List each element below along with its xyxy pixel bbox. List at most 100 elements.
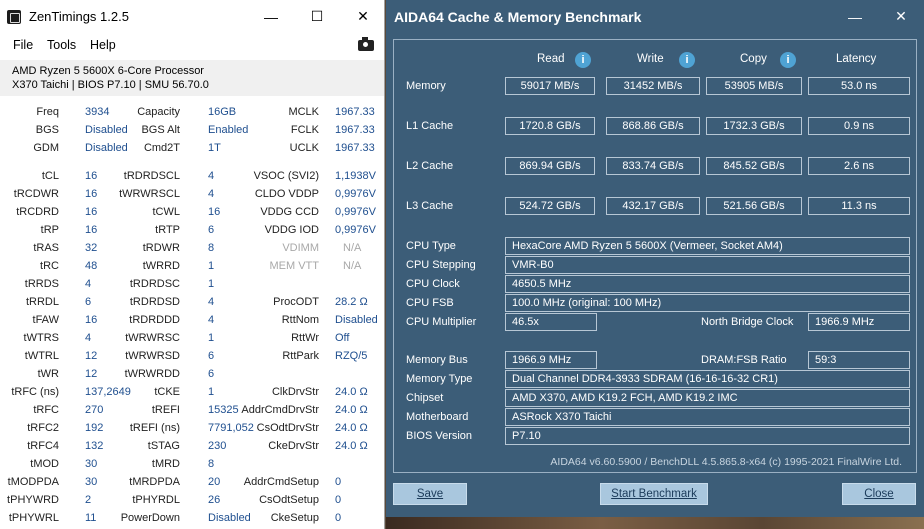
timing-value: 4 bbox=[208, 170, 215, 182]
timing-value: 270 bbox=[85, 404, 104, 416]
write-info-icon[interactable]: i bbox=[679, 52, 695, 68]
timing-value: 4 bbox=[208, 314, 215, 326]
nb-clock-label: North Bridge Clock bbox=[701, 316, 794, 328]
timing-row: tRFC2 192 tREFI (ns) 7791,052 CsOdtDrvStr 24.… bbox=[0, 420, 384, 438]
bench-write-value: 868.86 GB/s bbox=[606, 117, 700, 135]
zentimings-window: ZenTimings 1.2.5 — ☐ ✕ File Tools Help A… bbox=[0, 0, 385, 529]
timing-value: Enabled bbox=[208, 124, 249, 136]
bench-read-value: 524.72 GB/s bbox=[505, 197, 595, 215]
timing-label: VDDG CCD bbox=[260, 206, 319, 218]
timing-row: tRCDRD 16 tCWL 16 VDDG CCD 0,9976V bbox=[0, 204, 384, 222]
cpu-fsb-value: 100.0 MHz (original: 100 MHz) bbox=[505, 294, 910, 312]
cpu-name: AMD Ryzen 5 5600X 6-Core Processor bbox=[12, 65, 204, 77]
timing-label: tRDRDSCL bbox=[123, 170, 180, 182]
copy-info-icon[interactable]: i bbox=[780, 52, 796, 68]
timing-label: CkeDrvStr bbox=[268, 440, 319, 452]
timing-value: 137,2649 bbox=[85, 386, 131, 398]
menu-help[interactable]: Help bbox=[90, 38, 116, 52]
screenshot-camera-icon[interactable] bbox=[358, 37, 374, 51]
timing-value: 4 bbox=[85, 278, 92, 290]
menu-file[interactable]: File bbox=[13, 38, 33, 52]
timing-value: 0 bbox=[335, 512, 342, 524]
minimize-button[interactable]: — bbox=[248, 0, 294, 33]
bench-row-label: Memory bbox=[406, 80, 446, 92]
timing-label: CsOdtSetup bbox=[259, 494, 319, 506]
timing-value: 16 bbox=[85, 170, 98, 182]
aida64-titlebar[interactable]: AIDA64 Cache & Memory Benchmark — ✕ bbox=[386, 0, 924, 33]
version-footer: AIDA64 v6.60.5900 / BenchDLL 4.5.865.8-x… bbox=[550, 456, 902, 468]
timing-value: 24.0 Ω bbox=[335, 422, 368, 434]
timing-value: 8 bbox=[208, 458, 215, 470]
bench-write-value: 432.17 GB/s bbox=[606, 197, 700, 215]
timing-label: AddrCmdDrvStr bbox=[241, 404, 319, 416]
timing-label: Freq bbox=[36, 106, 59, 118]
timing-label: tRRDL bbox=[25, 296, 59, 308]
timing-value: 2 bbox=[85, 494, 92, 506]
minimize-button[interactable]: — bbox=[832, 0, 878, 33]
bench-latency-value: 11.3 ns bbox=[808, 197, 910, 215]
timing-value: 3934 bbox=[85, 106, 110, 118]
bench-read-value: 59017 MB/s bbox=[505, 77, 595, 95]
timing-label: Capacity bbox=[137, 106, 180, 118]
timing-label: tWTRS bbox=[23, 332, 59, 344]
close-button[interactable]: ✕ bbox=[340, 0, 384, 33]
timing-label: tWR bbox=[37, 368, 59, 380]
timing-label: tRAS bbox=[33, 242, 59, 254]
bench-read-value: 869.94 GB/s bbox=[505, 157, 595, 175]
timing-value: 24.0 Ω bbox=[335, 404, 368, 416]
timing-value: 7791,052 bbox=[208, 422, 254, 434]
timing-label: CLDO VDDP bbox=[254, 188, 319, 200]
timing-label: RttPark bbox=[282, 350, 319, 362]
zentimings-titlebar[interactable]: ZenTimings 1.2.5 — ☐ ✕ bbox=[0, 0, 384, 33]
timing-value: 11 bbox=[85, 512, 97, 524]
timing-label: tSTAG bbox=[147, 440, 180, 452]
timing-label: tWTRL bbox=[24, 350, 59, 362]
timing-value: N/A bbox=[343, 242, 362, 254]
timing-value: 1967.33 bbox=[335, 142, 375, 154]
timing-value: 15325 bbox=[208, 404, 239, 416]
maximize-button[interactable]: ☐ bbox=[294, 0, 340, 33]
timing-label: GDM bbox=[33, 142, 59, 154]
close-dialog-button[interactable]: Close bbox=[842, 483, 916, 505]
timing-label: tRFC2 bbox=[27, 422, 59, 434]
cpu-clock-label: CPU Clock bbox=[406, 278, 460, 290]
timing-label: BGS bbox=[35, 124, 59, 136]
bench-row-label: L2 Cache bbox=[406, 160, 454, 172]
timing-label: Cmd2T bbox=[143, 142, 180, 154]
timing-value: 6 bbox=[208, 368, 215, 380]
bench-latency-value: 0.9 ns bbox=[808, 117, 910, 135]
desktop-background bbox=[386, 517, 924, 529]
menu-tools[interactable]: Tools bbox=[47, 38, 76, 52]
timing-value: 1 bbox=[208, 260, 215, 272]
cpu-fsb-label: CPU FSB bbox=[406, 297, 454, 309]
timing-label: VDDG IOD bbox=[264, 224, 319, 236]
start-benchmark-button[interactable]: Start Benchmark bbox=[600, 483, 708, 505]
save-button-label: Save bbox=[416, 488, 444, 500]
timing-value: 48 bbox=[85, 260, 98, 272]
timing-label: ProcODT bbox=[273, 296, 319, 308]
timing-label: tPHYWRL bbox=[8, 512, 59, 524]
timing-row: tRRDS 4 tRDRDSC 1 bbox=[0, 276, 384, 294]
save-button[interactable]: Save bbox=[393, 483, 467, 505]
timing-row: tMODPDA 30 tMRDPDA 20 AddrCmdSetup 0 bbox=[0, 474, 384, 492]
timing-label: tRP bbox=[40, 224, 59, 236]
timing-label: tWRWRSCL bbox=[119, 188, 180, 200]
header-read: Read bbox=[537, 53, 565, 65]
timing-label: tRDRDSD bbox=[129, 296, 180, 308]
timing-label: tMRD bbox=[151, 458, 180, 470]
timing-label: RttWr bbox=[291, 332, 319, 344]
timing-label: MCLK bbox=[288, 106, 319, 118]
bench-copy-value: 1732.3 GB/s bbox=[706, 117, 802, 135]
read-info-icon[interactable]: i bbox=[575, 52, 591, 68]
dram-fsb-value: 59:3 bbox=[808, 351, 910, 369]
aida64-window: AIDA64 Cache & Memory Benchmark — ✕ Read… bbox=[386, 0, 924, 517]
cpu-stepping-label: CPU Stepping bbox=[406, 259, 476, 271]
memory-type-label: Memory Type bbox=[406, 373, 473, 385]
timing-label: tRDWR bbox=[142, 242, 180, 254]
timing-value: 16 bbox=[208, 206, 221, 218]
timing-value: Disabled bbox=[85, 142, 128, 154]
timing-label: CkeSetup bbox=[270, 512, 319, 524]
zentimings-app-icon bbox=[7, 10, 21, 24]
timing-value: 30 bbox=[85, 458, 98, 470]
close-button[interactable]: ✕ bbox=[878, 0, 924, 33]
